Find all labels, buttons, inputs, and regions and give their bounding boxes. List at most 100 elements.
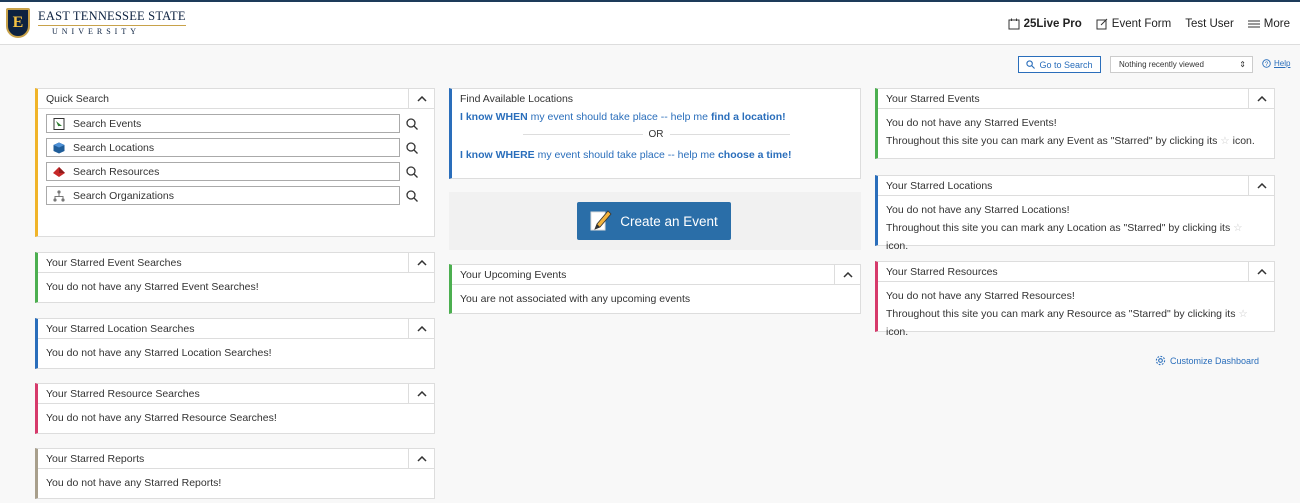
help-link[interactable]: ? Help bbox=[1262, 59, 1290, 68]
panel-header: Your Starred Location Searches bbox=[38, 319, 434, 339]
chevron-up-icon bbox=[842, 271, 853, 278]
search-icon bbox=[1026, 60, 1036, 69]
panel-header: Your Starred Resources bbox=[878, 262, 1274, 282]
nav-more-label: More bbox=[1263, 18, 1290, 30]
panel-body: You do not have any Starred Resources! T… bbox=[878, 282, 1274, 348]
choose-a-time-link[interactable]: I know WHERE my event should take place … bbox=[460, 147, 852, 164]
panel-title: Your Starred Resource Searches bbox=[46, 387, 200, 400]
search-resources-button[interactable] bbox=[400, 162, 424, 181]
collapse-button[interactable] bbox=[408, 384, 434, 403]
panel-title: Find Available Locations bbox=[460, 93, 574, 105]
find-locations-body: I know WHEN my event should take place -… bbox=[452, 109, 860, 164]
search-events-label: Search Events bbox=[73, 117, 142, 130]
nav-25live-pro-label: 25Live Pro bbox=[1023, 18, 1082, 30]
search-locations-button[interactable] bbox=[400, 138, 424, 157]
chevron-up-icon bbox=[1256, 182, 1267, 189]
nav-event-form-label: Event Form bbox=[1111, 18, 1172, 30]
search-icon bbox=[406, 165, 418, 178]
star-icon: ☆ bbox=[1238, 307, 1248, 320]
logo-shield-icon: E bbox=[6, 8, 30, 38]
create-event-label: Create an Event bbox=[620, 213, 718, 229]
hint-text: Throughout this site you can mark any Ev… bbox=[886, 134, 1218, 147]
panel-title: Your Starred Reports bbox=[46, 452, 145, 465]
collapse-button[interactable] bbox=[408, 253, 434, 272]
hamburger-menu-icon bbox=[1247, 20, 1260, 28]
search-events-field[interactable]: Search Events bbox=[46, 114, 400, 133]
logo-line1: EAST TENNESSEE STATE bbox=[38, 9, 186, 24]
etsu-logo[interactable]: E EAST TENNESSEE STATE UNIVERSITY bbox=[6, 8, 186, 38]
chevron-up-icon bbox=[416, 259, 427, 266]
create-event-section: Create an Event bbox=[449, 192, 861, 250]
collapse-button[interactable] bbox=[408, 449, 434, 468]
collapse-button[interactable] bbox=[408, 319, 434, 338]
organizations-icon bbox=[53, 189, 65, 202]
search-icon bbox=[406, 141, 418, 154]
nav-more[interactable]: More bbox=[1247, 18, 1290, 30]
help-icon: ? bbox=[1262, 59, 1271, 68]
logo-wordmark: EAST TENNESSEE STATE UNIVERSITY bbox=[38, 10, 186, 36]
search-events-button[interactable] bbox=[400, 114, 424, 133]
upcoming-events-panel: Your Upcoming Events You are not associa… bbox=[449, 264, 861, 314]
nav-25live-pro[interactable]: 25Live Pro bbox=[1008, 18, 1082, 30]
search-resources-field[interactable]: Search Resources bbox=[46, 162, 400, 181]
recently-viewed-select[interactable]: Nothing recently viewed ⇕ bbox=[1110, 56, 1253, 73]
calendar-icon bbox=[1008, 18, 1020, 30]
star-icon: ☆ bbox=[1220, 134, 1230, 147]
collapse-button[interactable] bbox=[1248, 176, 1274, 195]
quick-search-organizations: Search Organizations bbox=[46, 186, 434, 205]
chevron-up-icon bbox=[416, 455, 427, 462]
panel-body: You do not have any Starred Event Search… bbox=[46, 281, 259, 293]
search-resources-label: Search Resources bbox=[73, 165, 160, 178]
panel-title: Your Starred Location Searches bbox=[46, 322, 195, 335]
collapse-button[interactable] bbox=[834, 265, 860, 284]
nav-event-form[interactable]: Event Form bbox=[1096, 18, 1171, 30]
when-mid: my event should take place -- help me bbox=[527, 111, 711, 123]
main-nav: 25Live Pro Event Form Test User More bbox=[1008, 18, 1290, 30]
chevron-up-icon bbox=[416, 95, 427, 102]
search-icon bbox=[406, 117, 418, 130]
panel-title: Your Upcoming Events bbox=[460, 268, 567, 281]
or-label: OR bbox=[648, 128, 664, 140]
panel-header: Your Starred Locations bbox=[878, 176, 1274, 196]
panel-header: Your Starred Events bbox=[878, 89, 1274, 109]
hint-suffix: icon. bbox=[886, 325, 909, 338]
chevron-up-icon bbox=[416, 390, 427, 397]
search-organizations-button[interactable] bbox=[400, 186, 424, 205]
logo-line2: UNIVERSITY bbox=[38, 24, 186, 36]
starred-event-searches-panel: Your Starred Event Searches You do not h… bbox=[35, 252, 435, 303]
panel-header: Your Upcoming Events bbox=[452, 265, 860, 285]
quick-search-events: Search Events bbox=[46, 114, 434, 133]
hint-text: Throughout this site you can mark any Lo… bbox=[886, 221, 1231, 234]
collapse-button[interactable] bbox=[408, 89, 434, 108]
quick-search-list: Search Events Search Locations Search Re… bbox=[38, 114, 434, 205]
starred-resource-searches-panel: Your Starred Resource Searches You do no… bbox=[35, 383, 435, 434]
panel-body: You do not have any Starred Resource Sea… bbox=[46, 412, 277, 424]
search-organizations-field[interactable]: Search Organizations bbox=[46, 186, 400, 205]
search-organizations-label: Search Organizations bbox=[73, 189, 174, 202]
go-to-search-button[interactable]: Go to Search bbox=[1018, 56, 1101, 73]
panel-body: You do not have any Starred Location Sea… bbox=[46, 347, 272, 359]
collapse-button[interactable] bbox=[1248, 262, 1274, 281]
find-a-location-link[interactable]: I know WHEN my event should take place -… bbox=[460, 109, 852, 126]
panel-header: Your Starred Event Searches bbox=[38, 253, 434, 273]
panel-title: Your Starred Locations bbox=[886, 179, 993, 192]
starred-reports-panel: Your Starred Reports You do not have any… bbox=[35, 448, 435, 499]
search-locations-field[interactable]: Search Locations bbox=[46, 138, 400, 157]
hint-text: Throughout this site you can mark any Re… bbox=[886, 307, 1236, 320]
quick-search-title: Quick Search bbox=[46, 92, 110, 105]
quick-search-header: Quick Search bbox=[38, 89, 434, 109]
empty-message: You do not have any Starred Locations! bbox=[886, 204, 1070, 216]
search-locations-label: Search Locations bbox=[73, 141, 155, 154]
panel-header: Find Available Locations bbox=[452, 89, 860, 109]
panel-header: Your Starred Resource Searches bbox=[38, 384, 434, 404]
customize-dashboard-link[interactable]: Customize Dashboard bbox=[1155, 355, 1259, 366]
collapse-button[interactable] bbox=[1248, 89, 1274, 108]
panel-body: You do not have any Starred Locations! T… bbox=[878, 196, 1274, 262]
where-mid: my event should take place -- help me bbox=[534, 148, 718, 161]
panel-body: You do not have any Starred Reports! bbox=[46, 477, 222, 489]
logo-letter: E bbox=[12, 14, 24, 31]
star-icon: ☆ bbox=[1233, 221, 1243, 234]
create-event-button[interactable]: Create an Event bbox=[577, 202, 731, 240]
starred-resources-panel: Your Starred Resources You do not have a… bbox=[875, 261, 1275, 338]
nav-user[interactable]: Test User bbox=[1185, 18, 1234, 30]
